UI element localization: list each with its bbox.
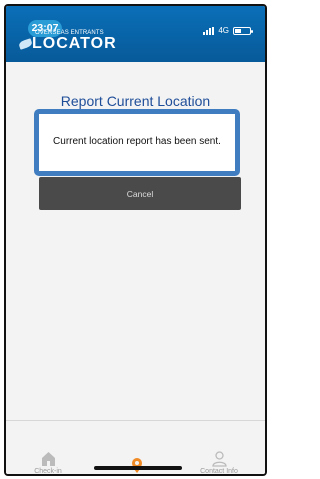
tab-contact-info[interactable]: Contact Info <box>184 451 254 475</box>
plane-logo-icon <box>18 38 33 50</box>
bottom-tab-bar: Check-in Contact Info <box>6 420 265 474</box>
tab-check-in[interactable]: Check-in <box>13 451 83 475</box>
confirmation-message: Current location report has been sent. <box>53 136 221 147</box>
main-content: Report Current Location Current location… <box>6 62 265 423</box>
battery-icon <box>233 26 253 35</box>
app-logo: OVERSEAS ENTRANTS LOCATOR <box>18 30 117 52</box>
home-icon <box>41 452 55 466</box>
signal-icon <box>203 26 215 35</box>
confirmation-dialog: Current location report has been sent. <box>34 109 240 176</box>
network-label: 4G <box>218 26 229 35</box>
person-icon <box>211 451 227 467</box>
logo-bottom-text: LOCATOR <box>32 35 117 52</box>
cancel-button[interactable]: Cancel <box>39 177 241 210</box>
app-header: 23:07 4G OVERSEAS ENTRANTS LOCATOR <box>6 6 265 62</box>
page-title: Report Current Location <box>60 93 211 109</box>
tab-contact-info-label: Contact Info <box>200 468 238 475</box>
tab-check-in-label: Check-in <box>34 468 62 475</box>
home-indicator <box>94 466 182 470</box>
status-right: 4G <box>203 26 253 35</box>
logo-top-text: OVERSEAS ENTRANTS <box>35 30 104 36</box>
phone-screen: 23:07 4G OVERSEAS ENTRANTS LOCATOR Repor… <box>4 4 267 476</box>
